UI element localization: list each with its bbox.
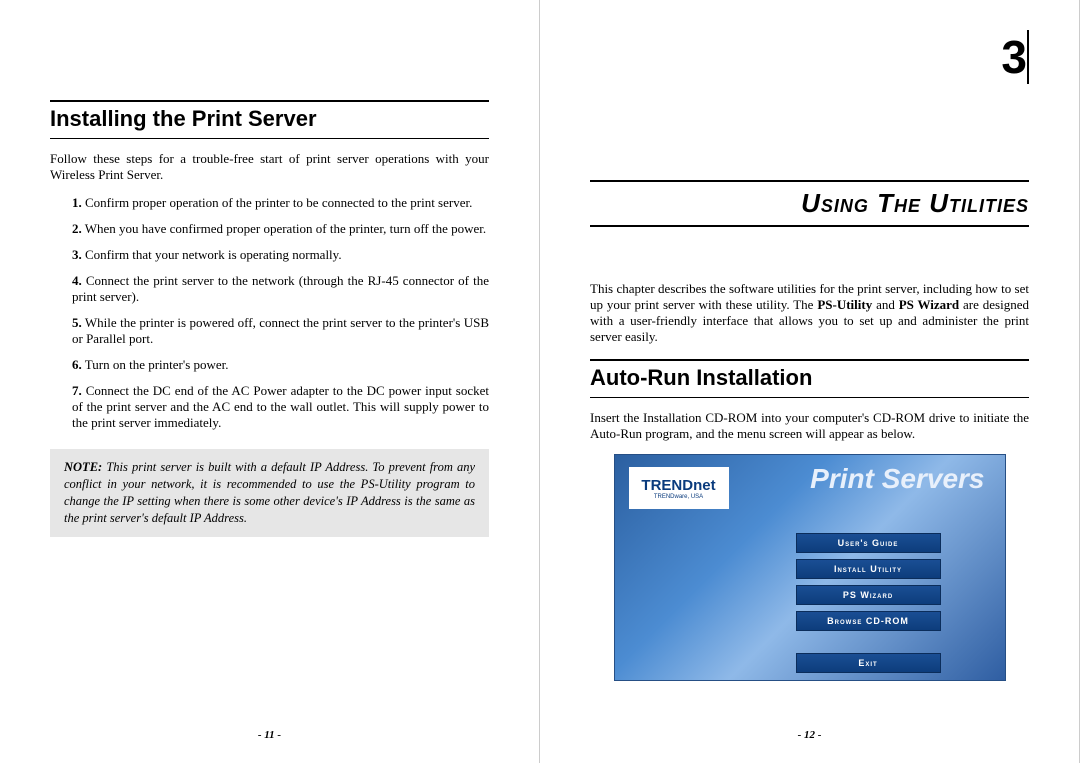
page-left: Installing the Print Server Follow these… [0,0,540,763]
ps-wizard-button[interactable]: PS Wizard [796,585,941,605]
heading-install: Installing the Print Server [50,100,489,139]
list-item: 1. Confirm proper operation of the print… [72,195,489,211]
note-text: This print server is built with a defaul… [64,460,475,525]
list-item: 5. While the printer is powered off, con… [72,315,489,347]
list-item: 2. When you have confirmed proper operat… [72,221,489,237]
list-item: 4. Connect the print server to the netwo… [72,273,489,305]
page-right: 3 Using The Utilities This chapter descr… [540,0,1080,763]
brand-box: TRENDnet TRENDware, USA [629,467,729,509]
autorun-buttons: User's Guide Install Utility PS Wizard B… [796,533,941,673]
page-number-right: - 12 - [540,729,1079,741]
list-item: 7. Connect the DC end of the AC Power ad… [72,383,489,431]
chapter-number: 3 [1001,30,1029,84]
autorun-screenshot: TRENDnet TRENDware, USA Print Servers Us… [614,454,1006,681]
intro-left: Follow these steps for a trouble-free st… [50,151,489,183]
note-box: NOTE: This print server is built with a … [50,449,489,537]
list-item: 6. Turn on the printer's power. [72,357,489,373]
heading-autorun: Auto-Run Installation [590,359,1029,398]
autorun-title: Print Servers [810,463,984,495]
note-label: NOTE: [64,460,102,474]
users-guide-button[interactable]: User's Guide [796,533,941,553]
chapter-intro: This chapter describes the software util… [590,281,1029,345]
install-utility-button[interactable]: Install Utility [796,559,941,579]
steps-list: 1. Confirm proper operation of the print… [50,195,489,431]
list-item: 3. Confirm that your network is operatin… [72,247,489,263]
exit-button[interactable]: Exit [796,653,941,673]
brand-name: TRENDnet [641,477,715,494]
page-number-left: - 11 - [0,729,539,741]
browse-cdrom-button[interactable]: Browse CD-ROM [796,611,941,631]
brand-sub: TRENDware, USA [654,494,703,500]
chapter-title: Using The Utilities [590,180,1029,227]
autorun-text: Insert the Installation CD-ROM into your… [590,410,1029,442]
